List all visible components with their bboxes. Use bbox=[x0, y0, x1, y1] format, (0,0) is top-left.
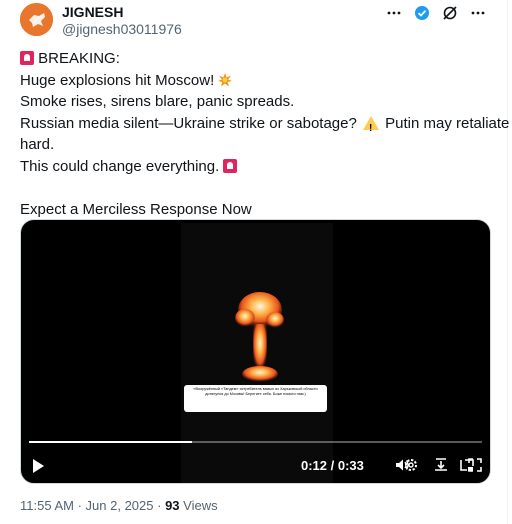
more-options-icon[interactable] bbox=[469, 4, 487, 22]
play-icon[interactable] bbox=[33, 459, 44, 473]
settings-icon[interactable] bbox=[403, 457, 419, 473]
tweet-line-expect: Expect a Merciless Response Now bbox=[20, 200, 252, 218]
progress-bar[interactable] bbox=[29, 441, 482, 443]
verified-badge-icon bbox=[413, 4, 431, 22]
grok-icon[interactable] bbox=[441, 4, 459, 22]
tweet-date[interactable]: Jun 2, 2025 bbox=[86, 498, 154, 513]
author-handle[interactable]: @jignesh03011976 bbox=[62, 21, 182, 37]
tweet-time[interactable]: 11:55 AM bbox=[20, 498, 74, 513]
views-label: Views bbox=[183, 498, 218, 513]
download-icon[interactable] bbox=[433, 457, 449, 473]
tweet-meta: 11:55 AM · Jun 2, 2025 · 93 Views bbox=[20, 498, 218, 513]
tweet-line-change: This could change everything. bbox=[20, 157, 220, 175]
video-frame bbox=[181, 223, 333, 483]
tweet-text: BREAKING: Huge explosions hit Moscow! Sm… bbox=[20, 48, 509, 220]
header-actions bbox=[385, 4, 487, 22]
more-icon[interactable] bbox=[385, 4, 403, 22]
tweet-line-smoke: Smoke rises, sirens blare, panic spreads… bbox=[20, 93, 295, 111]
fullscreen-icon[interactable] bbox=[467, 457, 483, 473]
warning-icon: ! bbox=[363, 115, 379, 134]
video-caption: «Вооружённый «Тандем» истребитель взмыл … bbox=[184, 385, 327, 412]
meta-separator: · bbox=[157, 498, 166, 513]
avatar-logo-icon bbox=[20, 3, 53, 36]
video-player[interactable]: «Вооружённый «Тандем» истребитель взмыл … bbox=[20, 219, 491, 484]
tweet-line-explosions: Huge explosions hit Moscow! bbox=[20, 71, 215, 89]
siren-icon bbox=[20, 51, 34, 65]
video-time: 0:12 / 0:33 bbox=[301, 458, 364, 473]
meta-separator: · bbox=[77, 498, 86, 513]
video-controls: 0:12 / 0:33 bbox=[21, 456, 490, 476]
progress-fill bbox=[29, 441, 193, 443]
tweet-line-breaking: BREAKING: bbox=[38, 50, 120, 67]
tweet-line-hard: hard. bbox=[20, 136, 55, 154]
tweet-line-putin: Putin may retaliate bbox=[385, 114, 510, 132]
explosion-image bbox=[235, 292, 284, 382]
tweet-line-media: Russian media silent—Ukraine strike or s… bbox=[20, 114, 357, 132]
avatar[interactable] bbox=[20, 3, 53, 36]
collision-icon bbox=[218, 72, 233, 87]
views-count: 93 bbox=[165, 498, 180, 513]
siren-icon bbox=[223, 158, 238, 173]
tweet-frame: JIGNESH @jignesh03011976 BREAKING: Huge … bbox=[0, 0, 509, 524]
author-name[interactable]: JIGNESH bbox=[62, 4, 123, 20]
